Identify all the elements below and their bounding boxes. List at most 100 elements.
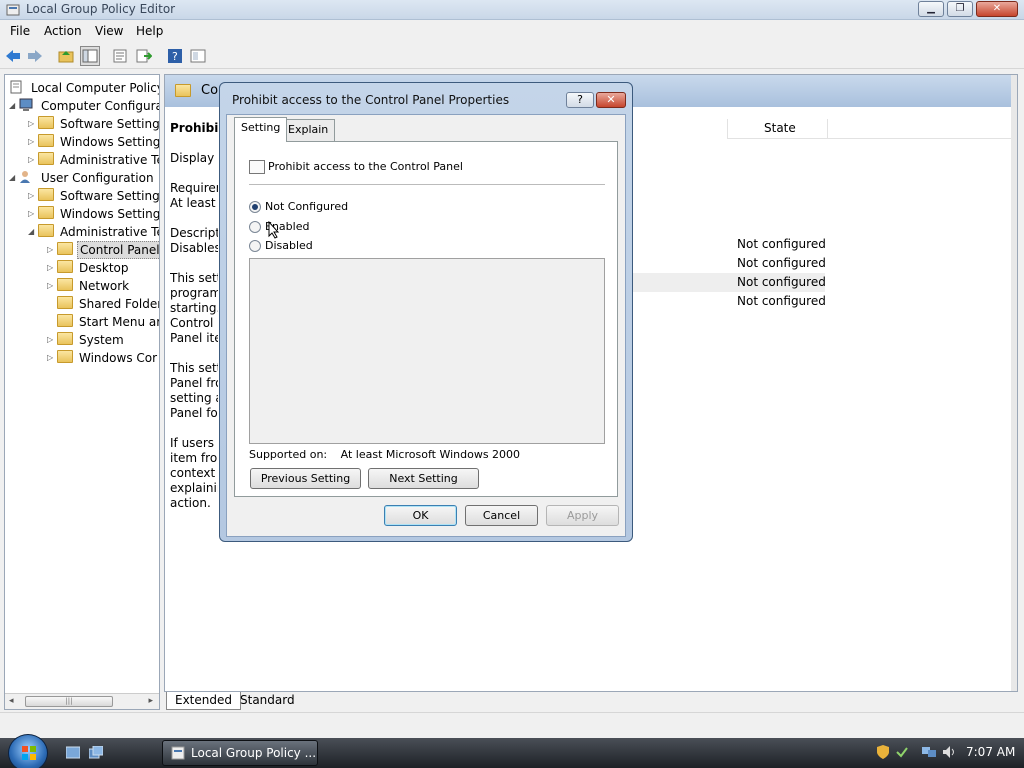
properties-dialog: Prohibit access to the Control Panel Pro… [219,82,633,542]
title-bar: Local Group Policy Editor ▁ ❐ ✕ [0,0,1024,20]
export-list-icon[interactable] [134,46,154,66]
previous-setting-button[interactable]: Previous Setting [250,468,361,489]
expander-icon[interactable]: ▷ [47,282,55,290]
column-state[interactable]: State [764,121,796,135]
update-icon[interactable] [895,745,909,759]
tab-standard[interactable]: Standard [232,692,303,710]
back-arrow-icon[interactable] [3,46,23,66]
state-cell: Not configured [737,275,826,289]
folder-icon [57,332,73,346]
view-pane-icon[interactable] [188,46,208,66]
description-line [170,256,218,271]
toolbar: ? [0,42,1024,69]
state-cell: Not configured [737,294,826,308]
tree-item-label: Administrative Te [60,225,160,239]
group-policy-icon [6,4,20,16]
radio-dot[interactable] [249,201,261,213]
menu-bar: File Action View Help [0,20,1024,42]
supported-on: Supported on: At least Microsoft Windows… [249,448,521,461]
cancel-button[interactable]: Cancel [465,505,538,526]
description-line: context m [170,466,218,480]
ok-button[interactable]: OK [384,505,457,526]
description-line: Disables a [170,241,218,255]
tree-item-label: Computer Configura [41,99,160,113]
policy-name: Prohibit access to the Control Panel [268,160,463,173]
taskbar: Local Group Policy ... 7:07 AM [0,734,1024,768]
menu-help[interactable]: Help [136,24,163,38]
expander-icon[interactable]: ◢ [9,102,17,110]
description-line: explainin [170,481,218,495]
expander-icon[interactable] [47,318,55,326]
network-icon[interactable] [922,745,936,759]
minimize-button[interactable]: ▁ [918,1,944,17]
folder-icon [57,278,73,292]
menu-view[interactable]: View [95,24,123,38]
start-button[interactable] [8,734,48,768]
clock[interactable]: 7:07 AM [966,745,1015,759]
show-hide-tree-icon[interactable] [80,46,100,66]
radio-dot[interactable] [249,240,261,252]
expander-icon[interactable]: ◢ [28,228,36,236]
expander-icon[interactable]: ▷ [28,192,36,200]
description-line: setting al [170,391,218,405]
apply-button[interactable]: Apply [546,505,619,526]
restore-button[interactable]: ❐ [947,1,973,17]
show-desktop-icon[interactable] [66,746,80,760]
tab-extended[interactable]: Extended [166,692,241,710]
details-scrollbar[interactable] [1011,75,1017,691]
description-line: Control P [170,316,218,330]
radio-dot[interactable] [249,221,261,233]
folder-icon [175,84,191,97]
description-line: This setti [170,361,218,375]
state-cell: Not configured [737,256,826,270]
dialog-help-button[interactable]: ? [566,92,594,108]
scroll-thumb[interactable]: ||| [25,696,113,707]
windows-logo-icon [22,746,36,760]
comment-box[interactable] [249,258,605,444]
next-setting-button[interactable]: Next Setting [368,468,479,489]
description-line: item fron [170,451,218,465]
description-line [170,211,218,226]
task-label: Local Group Policy ... [191,746,317,760]
help-icon[interactable]: ? [165,46,185,66]
expander-icon[interactable]: ▷ [28,156,36,164]
view-tabs: Extended Standard [164,692,1018,712]
switch-windows-icon[interactable] [89,746,103,760]
properties-icon[interactable] [110,46,130,66]
expander-icon[interactable]: ▷ [28,210,36,218]
expander-icon[interactable] [47,300,55,308]
status-bar [0,712,1024,736]
description-line: Panel iter [170,331,218,345]
extended-description: Prohibit a Display P RequiremAt least M Des… [170,121,218,511]
expander-icon[interactable]: ▷ [28,138,36,146]
dialog-body: Setting Explain Prohibit access to the C… [226,114,626,537]
forward-arrow-icon[interactable] [25,46,45,66]
mouse-cursor-icon [268,221,280,239]
tab-setting[interactable]: Setting [234,117,288,142]
close-button[interactable]: ✕ [976,1,1018,17]
tree-item-label: Shared Folder [79,297,160,311]
dialog-close-button[interactable]: ✕ [596,92,626,108]
tree-horizontal-scrollbar[interactable]: ◂ ||| ▸ [5,693,159,709]
tree-item-label: Network [79,279,130,293]
menu-action[interactable]: Action [44,24,82,38]
expander-icon[interactable]: ▷ [47,264,55,272]
volume-icon[interactable] [942,745,956,759]
description-line: Panel fold [170,406,218,420]
tree-item-label: Control Panel [77,241,159,259]
expander-icon[interactable]: ▷ [28,120,36,128]
menu-file[interactable]: File [10,24,30,38]
description-line [170,421,218,436]
expander-icon[interactable]: ◢ [9,174,17,182]
expander-icon[interactable]: ▷ [47,246,55,254]
security-shield-icon[interactable] [876,745,890,759]
expander-icon[interactable]: ▷ [47,336,55,344]
tree-item-label: Start Menu ar [79,315,160,329]
description-line: At least M [170,196,218,210]
tab-explain[interactable]: Explain [281,119,336,141]
up-folder-icon[interactable] [56,46,76,66]
tree-item-label: Software Settings [60,117,160,131]
window-title: Local Group Policy Editor [26,2,176,16]
expander-icon[interactable]: ▷ [47,354,55,362]
taskbar-item-group-policy[interactable]: Local Group Policy ... [162,740,318,766]
